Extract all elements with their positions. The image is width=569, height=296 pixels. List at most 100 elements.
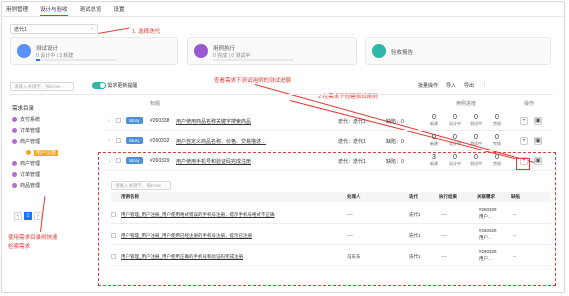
progress-count: 0 新建 [430, 134, 438, 146]
tree-item[interactable]: 订单管理 [12, 126, 58, 137]
case-bug: -- [513, 233, 516, 238]
case-req-name[interactable]: 用户… [479, 214, 493, 220]
case-iteration: 迭代1 [409, 212, 421, 217]
case-iteration: 迭代1 [409, 233, 421, 238]
row-title[interactable]: 用户自定义商品名称、价格、交易描述… [176, 138, 266, 145]
table-row[interactable]: › Story #260332 用户自定义商品名称、价格、交易描述… 迭代：迭代1 缺陷：… [104, 132, 553, 151]
batch-button[interactable]: 批量操作 [418, 82, 438, 89]
tab-case-management[interactable]: 用例管理 [6, 4, 28, 16]
case-bug: -- [513, 212, 516, 217]
expand-icon[interactable]: › [108, 138, 110, 144]
case-name[interactable]: 用户管理_用户注册_用户使用格式错误的手机号注册，提示手机号格式不正确 [121, 212, 275, 218]
case-iteration: 迭代1 [409, 254, 421, 259]
row-title[interactable]: 用户使用商品名称关键字搜索商品 [176, 118, 251, 125]
tree-title: 需求目录 [12, 106, 35, 112]
row-checkbox[interactable] [116, 118, 121, 123]
expand-icon[interactable]: › [108, 118, 110, 124]
add-case-button[interactable]: + [520, 137, 528, 145]
case-bug: -- [513, 254, 516, 259]
annotation-tree-2: 检索需求 [8, 244, 31, 250]
sub-table: 请输入关键字，按Enter… 用例名称 处理人 迭代 执行结果 关联需求 缺陷 … [111, 181, 551, 278]
import-button[interactable]: 导入 [446, 82, 456, 89]
tree-item-selected[interactable]: 用户注册 [12, 148, 59, 159]
case-req-name[interactable]: 用户… [479, 256, 493, 262]
reminder-toggle[interactable] [92, 82, 106, 90]
row-id: #260332 [150, 138, 170, 144]
pagination: ‹ 1 › [14, 212, 44, 220]
sub-col-name: 用例名称 [121, 194, 139, 199]
story-badge: Story [126, 137, 143, 144]
case-req-id[interactable]: #260329 [479, 207, 497, 212]
sub-col-req: 关联需求 [477, 194, 495, 199]
tree-item[interactable]: 商户管理 [12, 137, 58, 148]
tree-item[interactable]: 商品管理 [12, 181, 58, 192]
col-title: 标题 [150, 101, 161, 107]
case-result: ---- [441, 233, 447, 238]
report-icon [372, 44, 386, 58]
table-row[interactable]: › Story #260338 用户使用商品名称关键字搜索商品 迭代：迭代1 缺陷：0 0 新… [104, 112, 553, 131]
row-iteration: 迭代：迭代1 [338, 119, 366, 125]
execution-icon [194, 44, 208, 58]
row-id: #260338 [150, 118, 170, 124]
case-req-id[interactable]: #260329 [479, 249, 497, 254]
card-title: 验收报告 [391, 50, 414, 56]
row-iteration: 迭代：迭代1 [338, 139, 366, 145]
add-case-button[interactable]: + [520, 117, 528, 125]
card-test-design[interactable]: 测试设计 0 设计中 | 3 新建 [10, 37, 178, 65]
card-acceptance-report[interactable]: 验收报告 [365, 37, 551, 65]
card-progress-bar [213, 59, 293, 61]
case-req-name[interactable]: 用户… [479, 235, 493, 241]
case-req-id[interactable]: #260329 [479, 228, 497, 233]
progress-count: 0 设计中 [449, 114, 461, 126]
tree-item[interactable]: 支付系统 [12, 115, 58, 126]
tree-item[interactable]: 订单管理 [12, 170, 58, 181]
sub-table-header: 用例名称 处理人 迭代 执行结果 关联需求 缺陷 [111, 192, 551, 202]
tree-item[interactable]: 商户管理 [12, 159, 58, 170]
tab-settings[interactable]: 设置 [114, 4, 125, 16]
top-tabs: 用例管理 设计与验收 测试总览 设置 [6, 4, 125, 16]
sub-row-checkbox[interactable] [111, 212, 116, 217]
progress-count: 0 完成 [493, 114, 501, 126]
sub-col-bug: 缺陷 [511, 194, 520, 199]
case-name[interactable]: 用户管理_用户注册_用户使用已经注册的手机号注册，提示已注册 [121, 233, 252, 239]
col-ops: 操作 [524, 101, 535, 107]
card-case-execution[interactable]: 用例执行 0 完成 | 0 测试中 [187, 37, 357, 65]
row-checkbox[interactable] [116, 138, 121, 143]
case-owner: ---- [347, 212, 353, 217]
copy-icon[interactable]: ▣ [534, 117, 542, 125]
card-title: 测试设计 [36, 46, 59, 52]
progress-count: 0 新建 [430, 114, 438, 126]
progress-count: 0 测试中 [470, 134, 482, 146]
create-highlight [516, 158, 530, 170]
case-owner: ---- [347, 233, 353, 238]
design-icon [17, 44, 31, 58]
sub-col-iter: 迭代 [409, 194, 418, 199]
tree-search-input[interactable]: 请输入关键字，按Enter… [10, 82, 74, 91]
sub-row-checkbox[interactable] [111, 233, 116, 238]
page-number[interactable]: 1 [24, 212, 32, 220]
tab-test-overview[interactable]: 测试总览 [80, 4, 102, 16]
sub-row-checkbox[interactable] [111, 254, 116, 259]
more-icon[interactable]: ⋮ [482, 82, 487, 89]
annotation-select-iteration: 1. 选择迭代 [132, 29, 161, 35]
sub-search-input[interactable]: 请输入关键字，按Enter… [111, 181, 171, 190]
case-owner: 马东东 [347, 254, 361, 259]
progress-count: 0 完成 [493, 134, 501, 146]
row-defect: 缺陷：0 [386, 139, 404, 145]
annotation-view-text: 查看需求下测试用例的测试进展 [214, 78, 292, 84]
sub-table-row[interactable]: 用户管理_用户注册_用户使用正确的手机号和验证码完成注册 马东东 迭代1 ---- #2… [111, 247, 551, 266]
case-name[interactable]: 用户管理_用户注册_用户使用正确的手机号和验证码完成注册 [121, 254, 243, 260]
sub-table-row[interactable]: 用户管理_用户注册_用户使用格式错误的手机号注册，提示手机号格式不正确 ---- 迭… [111, 205, 551, 224]
reminder-label: 需求更新提醒 [107, 83, 138, 89]
requirement-tree: 支付系统 订单管理 商户管理 用户注册 商户管理 订单管理 商品管理 [12, 115, 59, 192]
tab-design-acceptance[interactable]: 设计与验收 [40, 4, 68, 16]
export-button[interactable]: 导出 [464, 82, 474, 89]
prev-page-button[interactable]: ‹ [14, 212, 22, 220]
card-progress-bar [36, 59, 116, 61]
iteration-select[interactable]: 迭代1 ⌄ [10, 24, 98, 34]
col-progress: 用例进度 [456, 101, 477, 107]
sub-col-owner: 处理人 [347, 194, 361, 199]
copy-icon[interactable]: ▣ [534, 137, 542, 145]
card-title: 用例执行 [213, 46, 236, 52]
sub-table-row[interactable]: 用户管理_用户注册_用户使用已经注册的手机号注册，提示已注册 ---- 迭代1 ---… [111, 226, 551, 245]
